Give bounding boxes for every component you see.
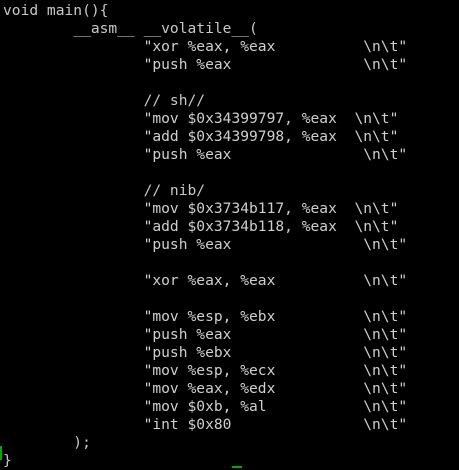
code-line-3: "xor %eax, %eax \n\t" [3, 38, 408, 55]
code-line-7: "mov $0x34399797, %eax \n\t" [3, 110, 399, 127]
code-line-14: "push %eax \n\t" [3, 236, 408, 253]
code-line-18: "mov %esp, %ebx \n\t" [3, 308, 408, 325]
code-line-4: "push %eax \n\t" [3, 56, 408, 73]
code-line-13: "add $0x3734b118, %eax \n\t" [3, 218, 399, 235]
code-line-22: "mov %eax, %edx \n\t" [3, 380, 408, 397]
terminal-window[interactable]: void main(){ __asm__ __volatile__( "xor … [0, 0, 459, 470]
code-line-21: "mov %esp, %ecx \n\t" [3, 362, 408, 379]
code-line-24: "int $0x80 \n\t" [3, 416, 408, 433]
code-line-1: void main(){ [3, 2, 109, 19]
text-cursor [0, 446, 2, 460]
status-indicator [232, 466, 242, 468]
code-line-20: "push %ebx \n\t" [3, 344, 408, 361]
code-line-16: "xor %eax, %eax \n\t" [3, 272, 408, 289]
code-comment-sh: // sh// [3, 92, 206, 109]
code-line-25: ); [3, 434, 91, 451]
code-line-12: "mov $0x3734b117, %eax \n\t" [3, 200, 399, 217]
code-line-2: __asm__ __volatile__( [3, 20, 258, 37]
code-line-19: "push %eax \n\t" [3, 326, 408, 343]
code-comment-nib: // nib/ [3, 182, 206, 199]
code-line-26: } [3, 452, 12, 469]
code-line-8: "add $0x34399798, %eax \n\t" [3, 128, 399, 145]
code-line-23: "mov $0xb, %al \n\t" [3, 398, 408, 415]
code-editor[interactable]: void main(){ __asm__ __volatile__( "xor … [3, 2, 407, 470]
code-line-9: "push %eax \n\t" [3, 146, 408, 163]
